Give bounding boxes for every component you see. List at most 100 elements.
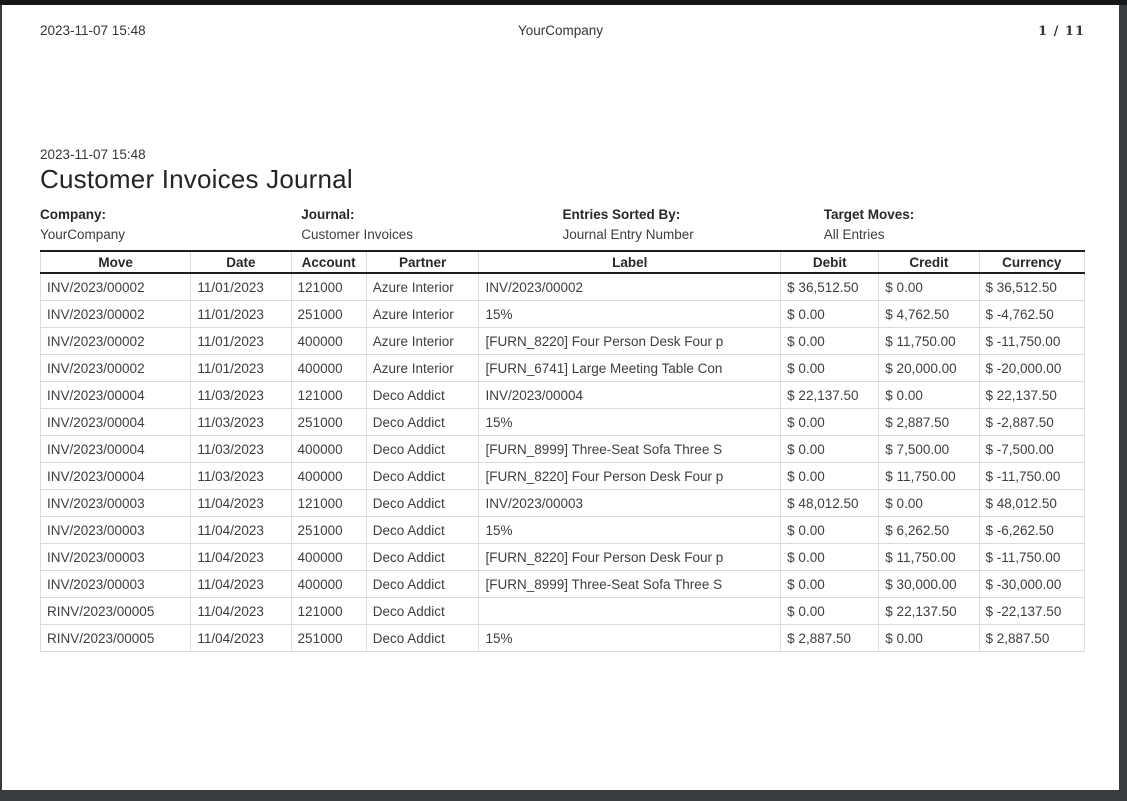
cell-credit: $ 22,137.50: [878, 597, 980, 625]
meta-col-0: Company: YourCompany: [40, 205, 301, 245]
cell-credit: $ 30,000.00: [878, 570, 980, 598]
cell-move: INV/2023/00004: [39, 462, 192, 490]
cell-partner: Azure Interior: [365, 300, 480, 328]
column-header-debit: Debit: [780, 250, 880, 274]
report-title: Customer Invoices Journal: [40, 164, 353, 194]
report-body: 2023-11-07 15:48 Customer Invoices Journ…: [39, 147, 1086, 652]
cell-move: INV/2023/00002: [39, 300, 192, 328]
table-row: INV/2023/00003 11/04/2023 121000 Deco Addic…: [39, 489, 1086, 517]
cell-move: INV/2023/00002: [39, 272, 192, 301]
cell-account: 400000: [290, 543, 367, 571]
cell-credit: $ 20,000.00: [878, 354, 980, 382]
cell-credit: $ 0.00: [878, 489, 980, 517]
meta-value: Customer Invoices: [301, 227, 414, 242]
table-row: INV/2023/00004 11/03/2023 400000 Deco Addic…: [39, 435, 1086, 463]
cell-currency: $ -22,137.50: [978, 597, 1086, 625]
cell-date: 11/04/2023: [190, 624, 292, 652]
journal-table-head: Move Date Account Partner Label Debit Credit Cu…: [39, 250, 1086, 274]
cell-debit: $ 2,887.50: [780, 624, 880, 652]
cell-move: RINV/2023/00005: [39, 624, 192, 652]
cell-account: 121000: [290, 597, 367, 625]
cell-credit: $ 4,762.50: [878, 300, 980, 328]
cell-debit: $ 0.00: [780, 597, 880, 625]
report-meta: Company: YourCompany Journal: Customer Invo…: [40, 205, 1085, 245]
cell-move: INV/2023/00003: [39, 543, 192, 571]
cell-label: INV/2023/00004: [478, 381, 782, 409]
cell-debit: $ 0.00: [780, 327, 880, 355]
meta-value: All Entries: [823, 227, 885, 242]
cell-date: 11/03/2023: [190, 435, 292, 463]
cell-account: 400000: [290, 462, 367, 490]
cell-credit: $ 11,750.00: [878, 327, 980, 355]
cell-move: INV/2023/00002: [39, 354, 192, 382]
cell-partner: Deco Addict: [365, 408, 480, 436]
cell-label: INV/2023/00003: [478, 489, 782, 517]
column-header-account: Account: [290, 250, 367, 274]
cell-debit: $ 0.00: [780, 516, 880, 544]
cell-label: [FURN_6741] Large Meeting Table Con: [478, 354, 782, 382]
cell-debit: $ 36,512.50: [780, 272, 880, 301]
cell-date: 11/01/2023: [190, 327, 292, 355]
cell-debit: $ 0.00: [780, 408, 880, 436]
meta-label: Target Moves:: [823, 207, 915, 222]
cell-partner: Deco Addict: [365, 597, 480, 625]
cell-currency: $ 48,012.50: [978, 489, 1086, 517]
cell-partner: Deco Addict: [365, 435, 480, 463]
cell-label: [FURN_8220] Four Person Desk Four p: [478, 543, 782, 571]
cell-credit: $ 6,262.50: [878, 516, 980, 544]
cell-move: INV/2023/00003: [39, 489, 192, 517]
table-row: RINV/2023/00005 11/04/2023 251000 Deco Addi…: [39, 624, 1086, 652]
journal-table-body: INV/2023/00002 11/01/2023 121000 Azure Inte…: [39, 272, 1086, 652]
cell-credit: $ 2,887.50: [878, 408, 980, 436]
cell-label: 15%: [478, 624, 782, 652]
table-row: INV/2023/00002 11/01/2023 251000 Azure Inte…: [39, 300, 1086, 328]
cell-label: [FURN_8999] Three-Seat Sofa Three S: [478, 435, 782, 463]
pdf-viewer: 2023-11-07 15:48 YourCompany 1 / 11 2023…: [0, 0, 1127, 801]
cell-currency: $ -6,262.50: [978, 516, 1086, 544]
cell-credit: $ 7,500.00: [878, 435, 980, 463]
report-page: 2023-11-07 15:48 YourCompany 1 / 11 2023…: [2, 5, 1119, 790]
cell-credit: $ 11,750.00: [878, 543, 980, 571]
column-header-date: Date: [190, 250, 292, 274]
cell-date: 11/04/2023: [190, 570, 292, 598]
table-row: INV/2023/00002 11/01/2023 400000 Azure Inte…: [39, 354, 1086, 382]
cell-date: 11/01/2023: [190, 300, 292, 328]
cell-partner: Azure Interior: [365, 327, 480, 355]
cell-account: 400000: [290, 327, 367, 355]
table-row: INV/2023/00003 11/04/2023 400000 Deco Addic…: [39, 543, 1086, 571]
cell-currency: $ -4,762.50: [978, 300, 1086, 328]
column-header-label: Label: [478, 250, 782, 274]
cell-label: 15%: [478, 300, 782, 328]
table-row: RINV/2023/00005 11/04/2023 121000 Deco Addi…: [39, 597, 1086, 625]
cell-debit: $ 48,012.50: [780, 489, 880, 517]
cell-date: 11/03/2023: [190, 462, 292, 490]
column-header-partner: Partner: [365, 250, 480, 274]
cell-account: 251000: [290, 408, 367, 436]
cell-debit: $ 0.00: [780, 462, 880, 490]
cell-label: [FURN_8220] Four Person Desk Four p: [478, 327, 782, 355]
header-row: Move Date Account Partner Label Debit Credit Cu…: [39, 250, 1086, 274]
cell-currency: $ -7,500.00: [978, 435, 1086, 463]
table-row: INV/2023/00002 11/01/2023 121000 Azure Inte…: [39, 272, 1086, 301]
cell-move: INV/2023/00003: [39, 516, 192, 544]
running-header: 2023-11-07 15:48 YourCompany 1 / 11: [40, 23, 1085, 39]
cell-account: 400000: [290, 354, 367, 382]
cell-currency: $ 22,137.50: [978, 381, 1086, 409]
cell-partner: Deco Addict: [365, 489, 480, 517]
meta-value: Journal Entry Number: [562, 227, 694, 242]
table-row: INV/2023/00004 11/03/2023 251000 Deco Addic…: [39, 408, 1086, 436]
cell-debit: $ 0.00: [780, 435, 880, 463]
cell-currency: $ -11,750.00: [978, 543, 1086, 571]
cell-partner: Deco Addict: [365, 462, 480, 490]
cell-date: 11/04/2023: [190, 543, 292, 571]
meta-label: Company:: [40, 207, 107, 222]
cell-debit: $ 22,137.50: [780, 381, 880, 409]
cell-currency: $ 2,887.50: [978, 624, 1086, 652]
report-datetime: 2023-11-07 15:48: [40, 147, 146, 162]
column-header-move: Move: [39, 250, 192, 274]
cell-debit: $ 0.00: [780, 354, 880, 382]
cell-move: RINV/2023/00005: [39, 597, 192, 625]
cell-date: 11/04/2023: [190, 489, 292, 517]
cell-credit: $ 0.00: [878, 381, 980, 409]
cell-account: 251000: [290, 300, 367, 328]
